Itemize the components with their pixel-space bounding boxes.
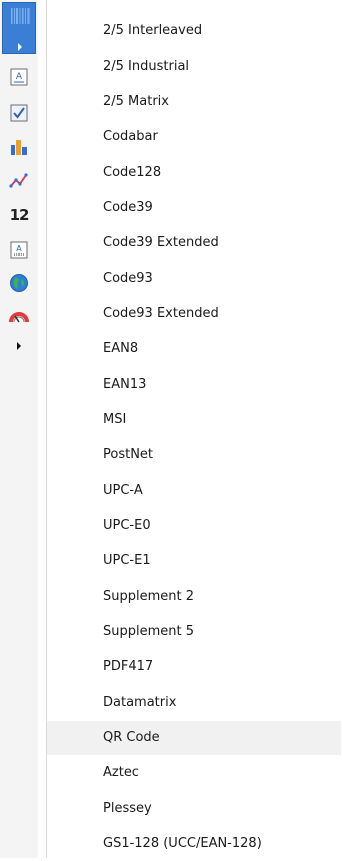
expand-arrow-icon <box>17 342 21 350</box>
barcode-type-menu: 2/5 Interleaved 2/5 Industrial 2/5 Matri… <box>46 0 342 858</box>
globe-button[interactable] <box>8 272 30 294</box>
menu-item[interactable]: Plessey <box>47 792 341 826</box>
menu-item[interactable]: PDF417 <box>47 650 341 684</box>
barcode-icon <box>11 8 30 51</box>
menu-item[interactable]: MSI <box>47 403 341 437</box>
bar-chart-button[interactable] <box>8 136 30 158</box>
svg-text:A: A <box>16 244 22 253</box>
menu-item[interactable]: 2/5 Matrix <box>47 85 341 119</box>
menu-item[interactable]: EAN8 <box>47 332 341 366</box>
toolbox-panel: A 12 A <box>0 0 38 858</box>
barcode-button[interactable] <box>2 2 36 54</box>
menu-item[interactable]: UPC-E1 <box>47 544 341 578</box>
menu-item[interactable]: Code128 <box>47 156 341 190</box>
menu-item[interactable]: Aztec <box>47 756 341 790</box>
gauge-button[interactable] <box>8 306 30 328</box>
menu-item[interactable]: PostNet <box>47 438 341 472</box>
menu-item[interactable]: Supplement 2 <box>47 580 341 614</box>
bar-chart-icon <box>11 140 27 155</box>
menu-item[interactable]: 2/5 Interleaved <box>47 14 341 48</box>
picture-icon: A <box>10 241 28 259</box>
menu-item[interactable]: Code39 Extended <box>47 226 341 260</box>
menu-item[interactable]: GS1-128 (UCC/EAN-128) <box>47 827 341 861</box>
checkbox-button[interactable] <box>8 102 30 124</box>
menu-item[interactable]: Supplement 5 <box>47 615 341 649</box>
menu-item[interactable]: Code39 <box>47 191 341 225</box>
numeric-button[interactable]: 12 <box>8 204 30 226</box>
menu-item[interactable]: 2/5 Industrial <box>47 50 341 84</box>
text-button[interactable]: A <box>8 66 30 88</box>
menu-item[interactable]: Code93 Extended <box>47 297 341 331</box>
svg-text:A: A <box>16 72 23 82</box>
menu-item[interactable]: Codabar <box>47 120 341 154</box>
line-chart-button[interactable] <box>8 170 30 192</box>
line-chart-icon <box>9 173 28 188</box>
menu-item[interactable]: EAN13 <box>47 368 341 402</box>
globe-icon <box>10 274 28 292</box>
text-icon: A <box>10 68 28 86</box>
numeric-icon: 12 <box>9 206 30 224</box>
menu-item[interactable]: UPC-A <box>47 474 341 508</box>
checkbox-icon <box>10 104 28 122</box>
menu-item[interactable]: QR Code <box>47 721 341 755</box>
more-tools-button[interactable] <box>8 335 30 357</box>
picture-button[interactable]: A <box>8 239 30 261</box>
gauge-icon <box>9 312 29 323</box>
menu-item[interactable]: Code93 <box>47 262 341 296</box>
menu-item[interactable]: UPC-E0 <box>47 509 341 543</box>
menu-item[interactable]: Datamatrix <box>47 686 341 720</box>
